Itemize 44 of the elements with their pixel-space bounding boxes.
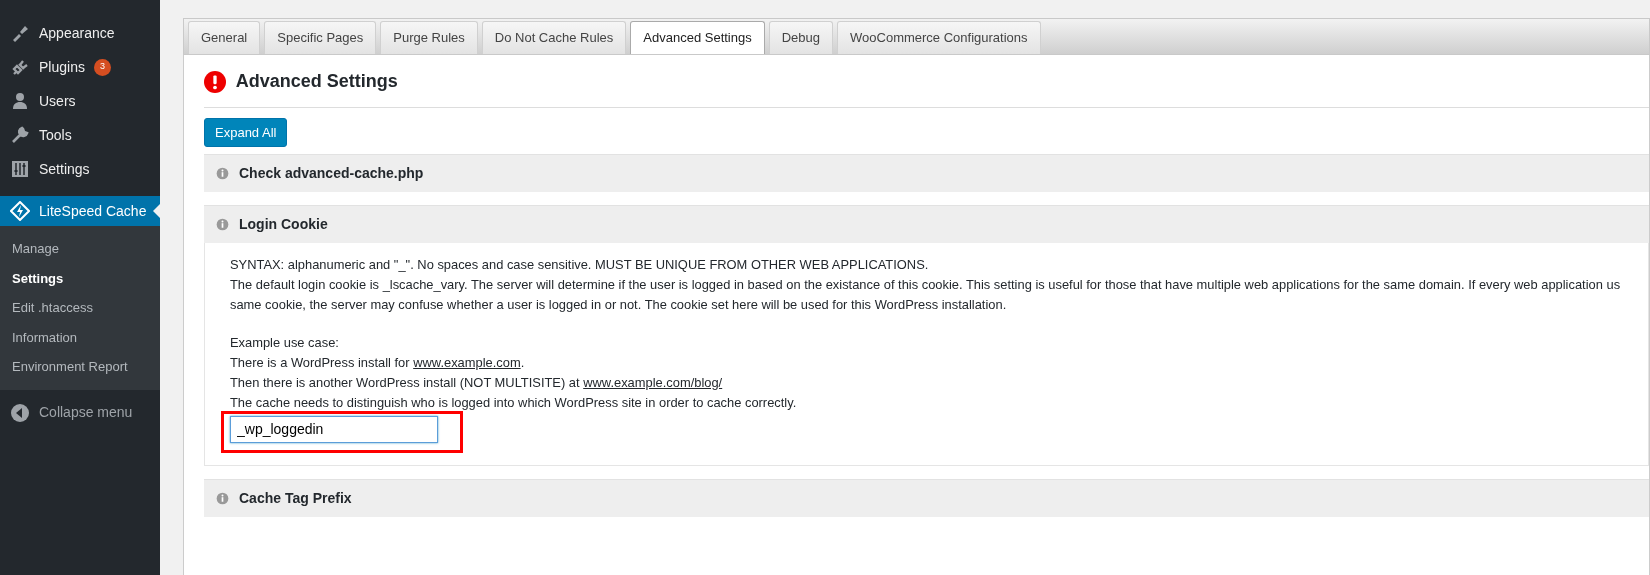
wrench-icon xyxy=(10,125,30,145)
error-icon xyxy=(204,70,226,93)
section-header[interactable]: Cache Tag Prefix xyxy=(204,479,1649,518)
tab[interactable]: Purge Rules xyxy=(380,21,478,54)
sidebar-item[interactable]: Users xyxy=(0,84,160,118)
sidebar-item[interactable]: Appearance xyxy=(0,16,160,50)
tab[interactable]: Do Not Cache Rules xyxy=(481,21,627,54)
description-text: SYNTAX: alphanumeric and "_". No spaces and case sensitive. MUST BE UNIQUE FROM OTHER WEB APPLICATIONS. xyxy=(230,255,930,274)
sidebar-item[interactable]: Tools xyxy=(0,118,160,152)
tab[interactable]: WooCommerce Configurations xyxy=(837,21,1041,54)
collapse-icon xyxy=(10,402,30,423)
sidebar-item[interactable]: Settings xyxy=(0,152,160,186)
sliders-icon xyxy=(10,159,30,179)
section-header[interactable]: Login Cookie xyxy=(204,204,1649,243)
expand-all-button[interactable]: Expand All xyxy=(204,117,288,147)
sidebar-item[interactable]: Plugins 3 xyxy=(0,50,160,84)
user-icon xyxy=(10,91,30,111)
submenu-item[interactable]: Manage xyxy=(0,234,160,264)
description-text: There is a WordPress install for www.example.com. xyxy=(230,353,526,372)
url-link[interactable]: www.example.com/blog/ xyxy=(583,374,723,390)
tab[interactable]: Debug xyxy=(768,21,833,54)
diamond-logo-icon xyxy=(10,201,30,221)
submenu-item[interactable]: Settings xyxy=(0,263,160,293)
info-icon xyxy=(216,217,229,231)
sidebar-item[interactable]: LiteSpeed Cache xyxy=(0,196,160,226)
info-icon xyxy=(216,166,229,180)
cookie-input-field[interactable]: _wp_loggedin xyxy=(230,415,438,444)
description-text: Example use case: xyxy=(230,333,340,352)
description-text: same cookie, the server may confuse whether a user is logged in or not. The cookie set here will be used for this WordPress installation. xyxy=(230,295,1008,314)
page-title: Advanced Settings xyxy=(235,70,398,93)
section-header[interactable]: Check advanced-cache.php xyxy=(204,153,1649,192)
description-text: The default login cookie is _lscache_vary. The server will determine if the user is logged in based on the existance of this cookie. This setting is useful for those that have multiple web applications for the same domain. If every web application us xyxy=(230,275,1622,294)
url-link[interactable]: www.example.com xyxy=(413,354,521,370)
submenu-item[interactable]: Information xyxy=(0,322,160,352)
description-text: The cache needs to distinguish who is logged into which WordPress site in order to cache correctly. xyxy=(230,393,798,412)
tab[interactable]: Advanced Settings xyxy=(630,21,765,54)
description-text: Then there is another WordPress install (NOT MULTISITE) at www.example.com/blog/ xyxy=(230,373,724,392)
collapse-menu-button[interactable]: Collapse menu xyxy=(0,395,160,430)
tab[interactable]: Specific Pages xyxy=(264,21,377,54)
tab[interactable]: General xyxy=(188,21,261,54)
submenu-item[interactable]: Environment Report xyxy=(0,352,160,382)
submenu-item[interactable]: Edit .htaccess xyxy=(0,293,160,323)
count-badge: 3 xyxy=(93,58,111,76)
info-icon xyxy=(216,492,229,506)
